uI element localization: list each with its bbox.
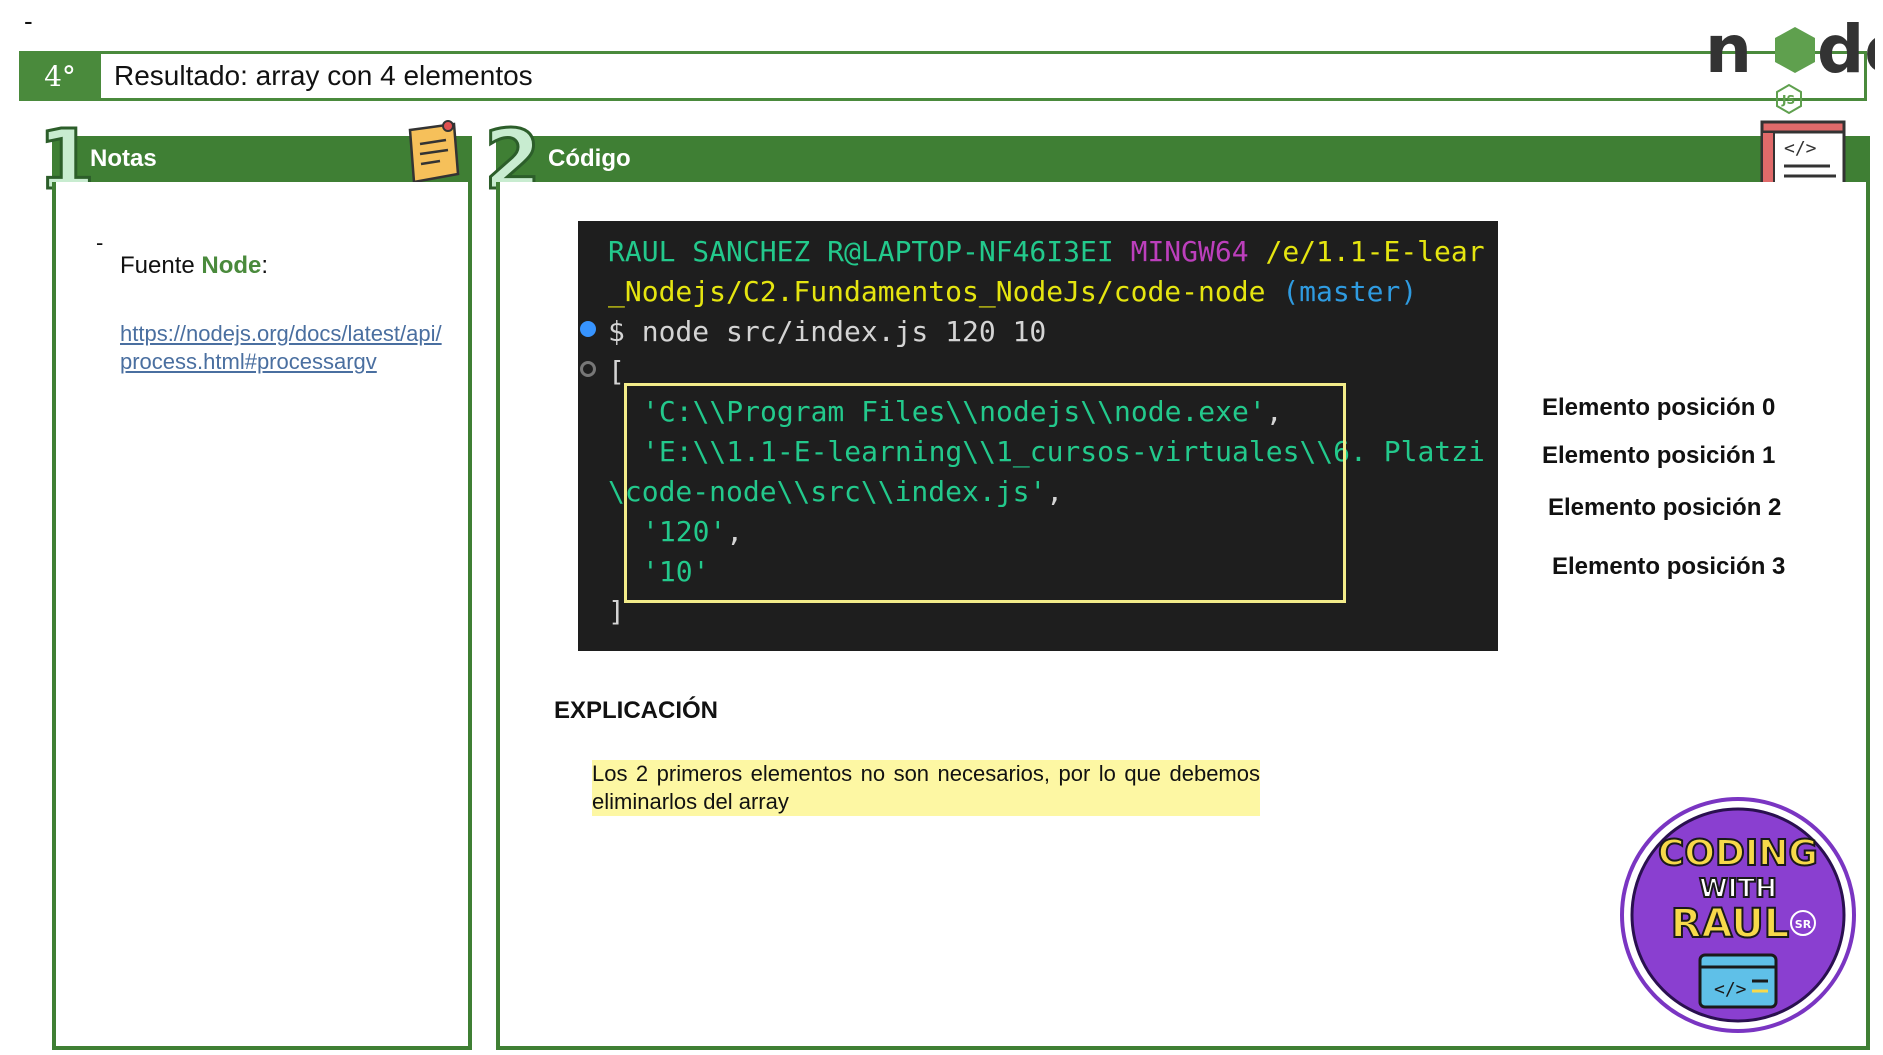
notes-header-label: Notas bbox=[90, 145, 157, 172]
explanation-title: EXPLICACIÓN bbox=[554, 697, 719, 724]
coding-with-raul-badge: CODING WITH RAUL SR </> bbox=[1620, 797, 1856, 1033]
page-title: Resultado: array con 4 elementos bbox=[114, 60, 533, 91]
badge-with-text: WITH bbox=[1699, 874, 1777, 904]
terminal-highlight-box bbox=[624, 383, 1346, 603]
notes-docs-link[interactable]: https://nodejs.org/docs/latest/api/proce… bbox=[120, 320, 450, 376]
terminal-close-bracket: ] bbox=[608, 595, 625, 628]
element-label-2: Elemento posición 2 bbox=[1548, 494, 1782, 521]
notes-panel bbox=[52, 182, 472, 1050]
terminal-user: RAUL SANCHEZ R@LAPTOP-NF46I3EI bbox=[608, 235, 1114, 268]
terminal-path-2: _Nodejs/C2.Fundamentos_NodeJs/code-node bbox=[608, 275, 1266, 308]
element-label-0: Elemento posición 0 bbox=[1542, 394, 1776, 421]
nodejs-logo-de: de bbox=[1817, 11, 1875, 88]
terminal-branch: (master) bbox=[1282, 275, 1418, 308]
nodejs-logo-js-text: JS bbox=[1781, 93, 1795, 107]
terminal-path-1: /e/1.1-E-lear bbox=[1265, 235, 1485, 268]
sticky-note-icon bbox=[408, 120, 460, 184]
terminal-dot-idle bbox=[580, 361, 596, 377]
explanation-text: Los 2 primeros elementos no son necesari… bbox=[592, 760, 1260, 816]
element-label-1: Elemento posición 1 bbox=[1542, 442, 1776, 469]
step-number: 4° bbox=[19, 51, 101, 101]
terminal-dot-success bbox=[580, 321, 596, 337]
title-bar: 4° Resultado: array con 4 elementos bbox=[19, 51, 1867, 101]
notes-source-prefix: Fuente bbox=[120, 252, 202, 279]
terminal-path-line: _Nodejs/C2.Fundamentos_NodeJs/code-node … bbox=[608, 275, 1417, 308]
terminal-screenshot: RAUL SANCHEZ R@LAPTOP-NF46I3EI MINGW64 /… bbox=[578, 221, 1498, 651]
badge-coding-text: CODING bbox=[1658, 833, 1818, 874]
top-dash: - bbox=[24, 6, 33, 36]
terminal-open-bracket: [ bbox=[608, 355, 625, 388]
terminal-prompt-line: RAUL SANCHEZ R@LAPTOP-NF46I3EI MINGW64 /… bbox=[608, 235, 1485, 268]
nodejs-logo-n: n bbox=[1705, 11, 1752, 88]
badge-sr-text: SR bbox=[1795, 918, 1812, 931]
nodejs-logo-hexagon bbox=[1775, 27, 1815, 73]
notes-source: Fuente Node: bbox=[120, 252, 268, 280]
notes-source-name: Node bbox=[201, 252, 262, 279]
svg-text:</>: </> bbox=[1714, 979, 1747, 1000]
terminal-shell: MINGW64 bbox=[1130, 235, 1249, 268]
notes-source-suffix: : bbox=[261, 252, 269, 279]
nodejs-logo: n de JS bbox=[1705, 11, 1875, 115]
code-header: Código bbox=[496, 136, 1870, 182]
svg-text:</>: </> bbox=[1784, 138, 1817, 159]
element-label-3: Elemento posición 3 bbox=[1552, 553, 1786, 580]
terminal-command: $ node src/index.js 120 10 bbox=[608, 315, 1047, 348]
notes-dash: - bbox=[96, 230, 104, 255]
badge-raul-text: RAUL bbox=[1671, 901, 1790, 947]
code-header-label: Código bbox=[548, 145, 631, 172]
